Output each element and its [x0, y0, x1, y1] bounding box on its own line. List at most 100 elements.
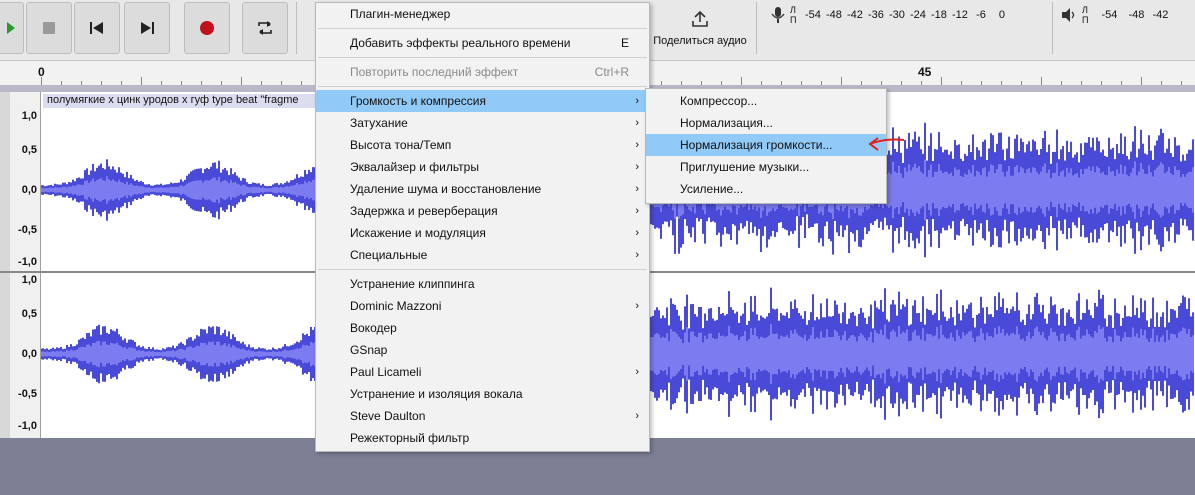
menu-item-steve-daulton[interactable]: Steve Daulton ›: [316, 405, 649, 427]
menu-item-eq-filters[interactable]: Эквалайзер и фильтры ›: [316, 156, 649, 178]
menu-item-label: Громкость и компрессия: [350, 94, 486, 108]
skip-start-button[interactable]: [74, 2, 120, 54]
amplitude-scale: 1,0 0,5 0,0 -0,5 -1,0 1,0 0,5 0,0 -0,5 -…: [10, 92, 41, 438]
ruler-tick: [1141, 77, 1142, 85]
meter-tick: -18: [931, 9, 947, 21]
stop-icon: [43, 22, 55, 34]
menu-item-fading[interactable]: Затухание ›: [316, 112, 649, 134]
annotation-arrow-icon: [868, 137, 905, 151]
menu-item-gsnap[interactable]: GSnap: [316, 339, 649, 361]
shortcut-label: E: [620, 36, 629, 50]
volume-compression-submenu: Компрессор... Нормализация... Нормализац…: [645, 88, 887, 204]
shortcut-label: Ctrl+R: [594, 65, 629, 79]
play-button[interactable]: [0, 2, 24, 54]
menu-item-label: Dominic Mazzoni: [350, 299, 442, 313]
effects-menu: Плагин-менеджер Добавить эффекты реально…: [315, 2, 650, 452]
menu-item-label: Искажение и модуляция: [350, 226, 486, 240]
menu-item-label: Специальные: [350, 248, 428, 262]
left-channel-letter: Л: [1082, 5, 1088, 15]
scale-label: 0,5: [21, 144, 37, 156]
meter-tick: -36: [868, 9, 884, 21]
meter-tick: -6: [976, 9, 986, 21]
scale-label: 0,0: [21, 184, 37, 196]
share-icon: [692, 10, 708, 27]
meter-tick: -24: [910, 9, 926, 21]
menu-item-label: Задержка и реверберация: [350, 204, 498, 218]
skip-end-icon: [141, 22, 154, 34]
menu-item-repeat-last: Повторить последний эффект Ctrl+R: [316, 61, 649, 83]
menu-item-clip-fix[interactable]: Устранение клиппинга: [316, 273, 649, 295]
menu-item-add-realtime[interactable]: Добавить эффекты реального времени E: [316, 32, 649, 54]
skip-end-button[interactable]: [124, 2, 170, 54]
chevron-right-icon: ›: [635, 300, 639, 312]
scale-label: 1,0: [21, 274, 37, 286]
submenu-item-loudness-normalization[interactable]: Нормализация громкости...: [646, 134, 886, 156]
toolbar-separator: [1052, 2, 1053, 54]
ruler-tick: [841, 77, 842, 85]
ruler-tick: [141, 77, 142, 85]
chevron-right-icon: ›: [635, 249, 639, 261]
menu-item-label: Усиление...: [680, 182, 744, 196]
menu-item-delay-reverb[interactable]: Задержка и реверберация ›: [316, 200, 649, 222]
menu-item-vocoder[interactable]: Вокодер: [316, 317, 649, 339]
left-channel-letter: Л: [790, 5, 796, 15]
chevron-right-icon: ›: [635, 410, 639, 422]
scale-label: -0,5: [18, 388, 37, 400]
menu-item-label: Режекторный фильтр: [350, 431, 470, 445]
menu-item-label: Добавить эффекты реального времени: [350, 36, 571, 50]
menu-separator: [318, 86, 647, 87]
menu-item-special[interactable]: Специальные ›: [316, 244, 649, 266]
meter-tick: -12: [952, 9, 968, 21]
menu-item-label: Устранение клиппинга: [350, 277, 475, 291]
submenu-item-amplify[interactable]: Усиление...: [646, 178, 886, 200]
share-audio-button[interactable]: Поделиться аудио: [648, 2, 752, 54]
meter-tick: -30: [889, 9, 905, 21]
menu-item-distortion-modulation[interactable]: Искажение и модуляция ›: [316, 222, 649, 244]
menu-item-volume-compression[interactable]: Громкость и компрессия ›: [316, 90, 649, 112]
stop-button[interactable]: [26, 2, 72, 54]
channel-letters: Л П: [1082, 5, 1088, 25]
playback-meter[interactable]: Л П -54 -48 -42: [1060, 4, 1172, 26]
submenu-item-normalize[interactable]: Нормализация...: [646, 112, 886, 134]
menu-item-label: Paul Licameli: [350, 365, 422, 379]
loop-icon: [258, 21, 272, 35]
meter-tick: -42: [1152, 9, 1169, 21]
play-icon: [7, 22, 15, 34]
scale-label: 0,0: [21, 348, 37, 360]
menu-separator: [318, 28, 647, 29]
chevron-right-icon: ›: [635, 95, 639, 107]
ruler-tick: [1041, 77, 1042, 85]
ruler-tick: [941, 77, 942, 85]
chevron-right-icon: ›: [635, 366, 639, 378]
scale-label: -0,5: [18, 224, 37, 236]
record-icon: [200, 21, 214, 35]
menu-item-vocal-isolation[interactable]: Устранение и изоляция вокала: [316, 383, 649, 405]
ruler-tick: [41, 77, 42, 85]
chevron-right-icon: ›: [635, 227, 639, 239]
chevron-right-icon: ›: [635, 117, 639, 129]
menu-item-noise-removal[interactable]: Удаление шума и восстановление ›: [316, 178, 649, 200]
menu-item-label: Эквалайзер и фильтры: [350, 160, 479, 174]
menu-item-dominic-mazzoni[interactable]: Dominic Mazzoni ›: [316, 295, 649, 317]
skip-start-icon: [90, 22, 103, 34]
record-meter[interactable]: Л П -54 -48 -42 -36 -30 -24 -18 -12 -6 0: [770, 4, 1012, 26]
menu-item-label: Нормализация...: [680, 116, 773, 130]
scale-label: -1,0: [18, 420, 37, 432]
menu-item-plugin-manager[interactable]: Плагин-менеджер: [316, 3, 649, 25]
submenu-item-compressor[interactable]: Компрессор...: [646, 90, 886, 112]
loop-button[interactable]: [242, 2, 288, 54]
chevron-right-icon: ›: [635, 205, 639, 217]
menu-item-notch-filter[interactable]: Режекторный фильтр: [316, 427, 649, 449]
submenu-item-auto-duck[interactable]: Приглушение музыки...: [646, 156, 886, 178]
record-button[interactable]: [184, 2, 230, 54]
menu-item-paul-licameli[interactable]: Paul Licameli ›: [316, 361, 649, 383]
chevron-right-icon: ›: [635, 183, 639, 195]
toolbar-separator: [296, 2, 297, 54]
menu-item-label: GSnap: [350, 343, 388, 357]
scale-label: -1,0: [18, 256, 37, 268]
chevron-right-icon: ›: [635, 161, 639, 173]
menu-item-pitch-tempo[interactable]: Высота тона/Темп ›: [316, 134, 649, 156]
share-audio-label: Поделиться аудио: [653, 35, 747, 47]
right-channel-letter: П: [790, 15, 797, 25]
meter-tick: -48: [1128, 9, 1145, 21]
